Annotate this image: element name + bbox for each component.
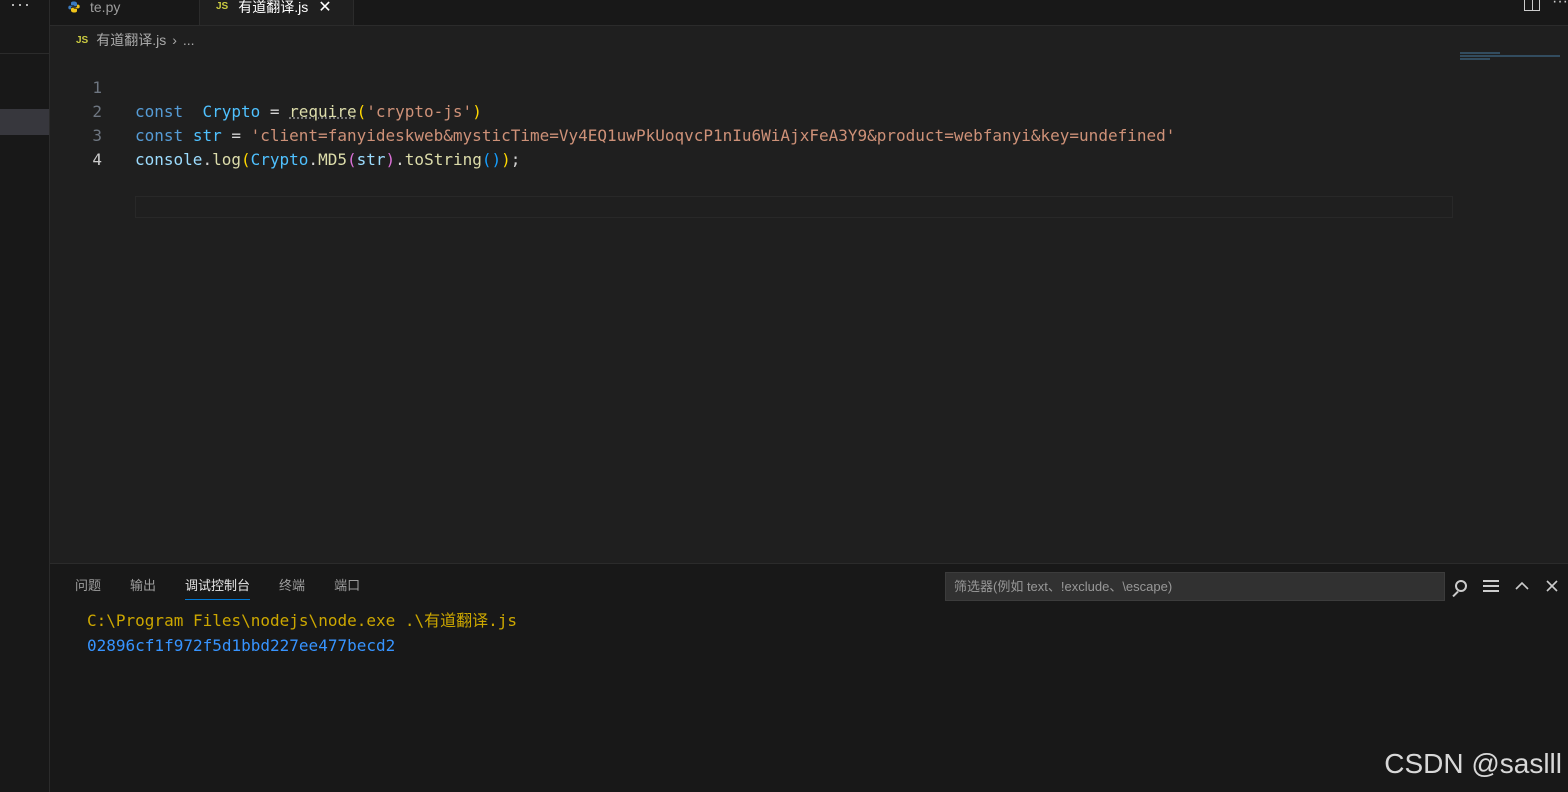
close-icon[interactable] xyxy=(1545,579,1559,593)
tab-ports[interactable]: 端口 xyxy=(334,574,360,600)
clear-console-icon[interactable] xyxy=(1483,580,1499,592)
console-command-line: C:\Program Files\nodejs\node.exe .\有道翻译.… xyxy=(87,611,518,630)
bottom-panel: 问题 输出 调试控制台 终端 端口 筛选器(例如 text、!exclude、\… xyxy=(50,563,1568,792)
panel-actions xyxy=(1455,574,1559,598)
debug-console-output: C:\Program Files\nodejs\node.exe .\有道翻译.… xyxy=(87,608,517,658)
current-line-highlight xyxy=(135,196,1453,218)
tab-debug-console[interactable]: 调试控制台 xyxy=(185,574,251,600)
code-line: 1 const Crypto = require('crypto-js') xyxy=(50,52,1568,121)
code-editor[interactable]: 1 const Crypto = require('crypto-js') 2 … xyxy=(50,52,1568,562)
chevron-right-icon: › xyxy=(172,32,177,48)
breadcrumb-file[interactable]: 有道翻译.js xyxy=(96,30,166,50)
breadcrumb: JS 有道翻译.js › ... xyxy=(76,29,195,51)
watermark: CSDN @saslll xyxy=(1384,748,1562,779)
tab-te-py[interactable]: te.py xyxy=(50,0,200,25)
tab-terminal[interactable]: 终端 xyxy=(279,574,305,600)
sidebar-selected-item[interactable] xyxy=(0,109,49,135)
code-line: 3 console.log(Crypto.MD5(str).toString()… xyxy=(50,100,1568,169)
panel-tab-bar: 问题 输出 调试控制台 终端 端口 xyxy=(75,574,360,600)
breadcrumb-more[interactable]: ... xyxy=(183,32,195,48)
python-icon xyxy=(68,1,80,12)
split-editor-icon[interactable] xyxy=(1524,0,1541,11)
js-icon: JS xyxy=(216,1,229,12)
filter-input[interactable]: 筛选器(例如 text、!exclude、\escape) xyxy=(945,572,1445,601)
line-number: 4 xyxy=(92,150,102,169)
more-actions-icon[interactable]: ··· xyxy=(10,0,31,15)
more-actions-icon[interactable]: ··· xyxy=(1552,0,1568,11)
tab-label: te.py xyxy=(90,0,121,15)
code-line: 2 const str = 'client=fanyideskweb&mysti… xyxy=(50,76,1568,145)
console-output-line: 02896cf1f972f5d1bbd227ee477becd2 xyxy=(87,636,396,655)
close-icon[interactable]: ✕ xyxy=(318,0,331,17)
vscode-window: ··· te.py JS 有道翻译.js ✕ ··· JS 有道翻译.js › … xyxy=(0,0,1568,792)
side-bar: ··· xyxy=(0,0,50,792)
editor-actions: ··· xyxy=(1524,0,1568,11)
tab-output[interactable]: 输出 xyxy=(130,574,156,600)
search-icon[interactable] xyxy=(1455,580,1467,592)
code-text: console.log(Crypto.MD5(str).toString()); xyxy=(135,150,521,169)
editor-tab-bar: te.py JS 有道翻译.js ✕ ··· xyxy=(50,0,1568,26)
chevron-up-icon[interactable] xyxy=(1515,581,1529,591)
code-line: 4 xyxy=(50,124,1568,218)
sidebar-divider xyxy=(0,53,49,54)
tab-problems[interactable]: 问题 xyxy=(75,574,101,600)
js-icon: JS xyxy=(76,34,89,46)
tab-youdao-js[interactable]: JS 有道翻译.js ✕ xyxy=(200,0,354,25)
tab-label: 有道翻译.js xyxy=(238,0,309,15)
